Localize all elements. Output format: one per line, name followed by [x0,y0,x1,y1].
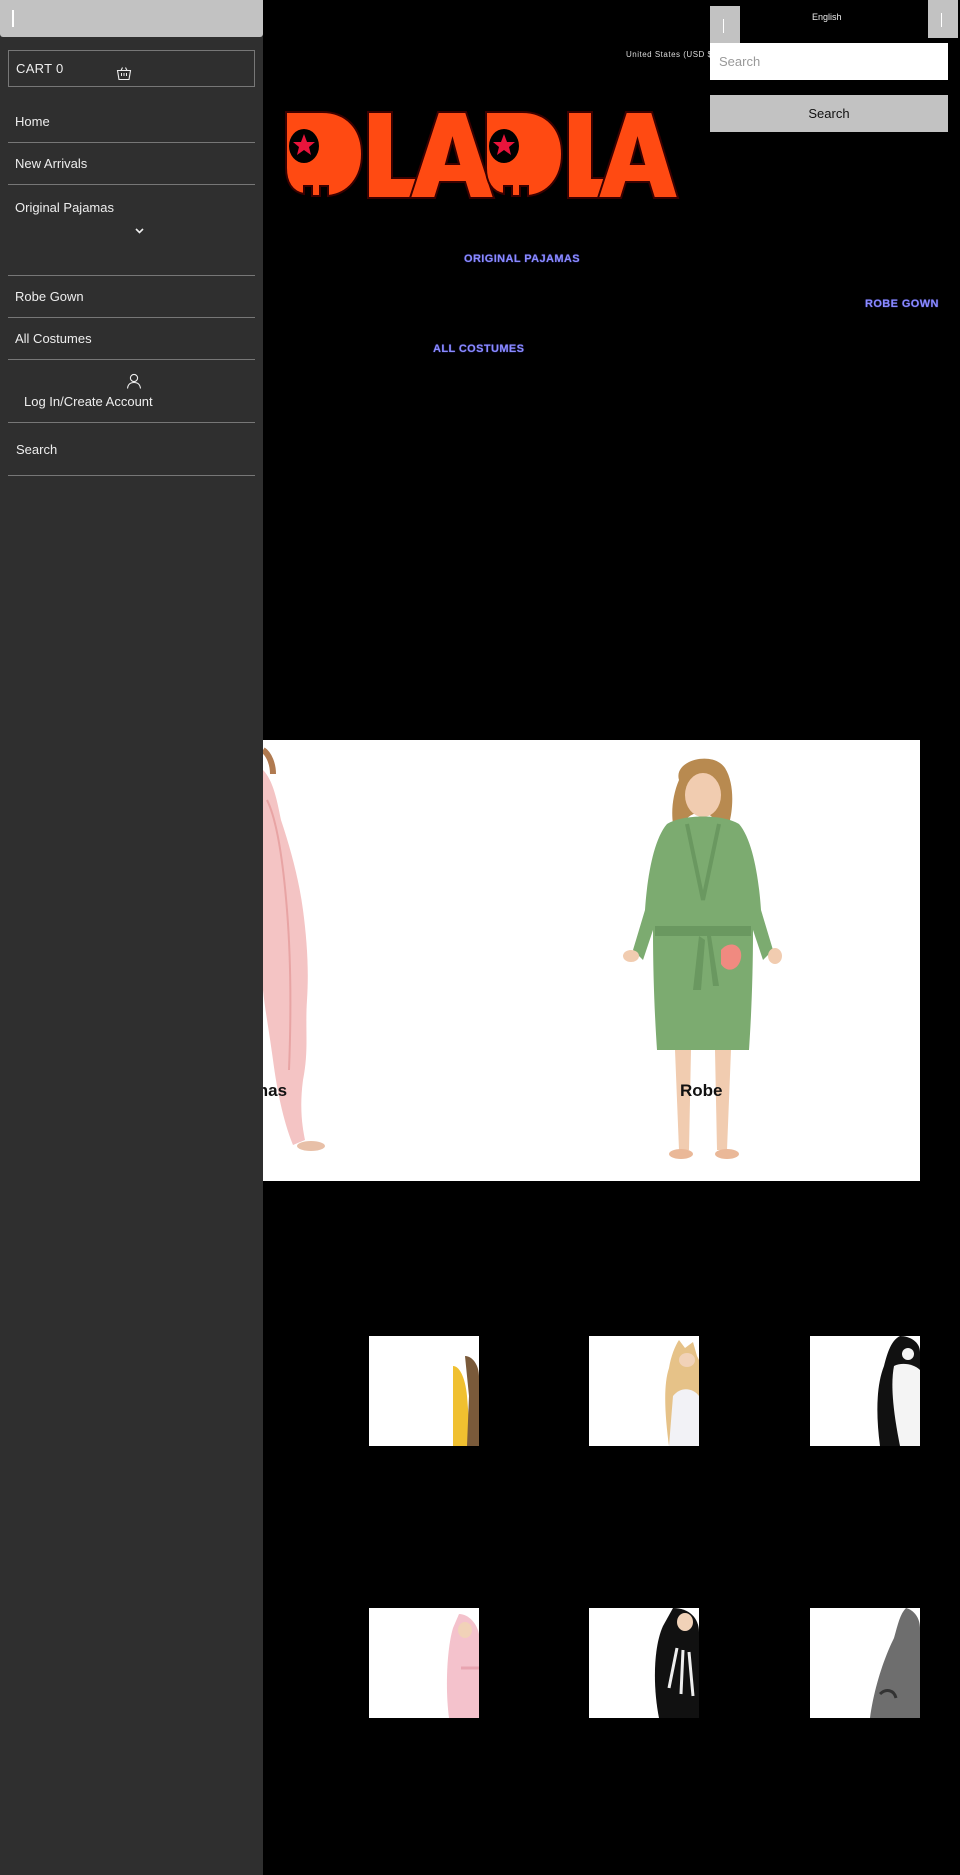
language-selector[interactable]: English [710,0,960,44]
main-nav-all-costumes[interactable]: ALL COSTUMES [433,343,524,355]
sidebar-item-label: Home [15,114,50,129]
logo-letter-a-2 [596,111,680,199]
logo-letter-l-1 [367,111,421,199]
sidebar-item-label: Original Pajamas [15,200,114,215]
chevron-down-icon[interactable] [135,228,144,234]
drawer-header-bar [0,0,263,37]
navigation-drawer: CART 0 Home New Arrivals Original Pajama… [0,0,263,1875]
product-image-pink-robe [446,1614,479,1718]
sidebar-search-link[interactable]: Search [8,423,255,476]
language-label: English [812,12,842,22]
cart-label: CART 0 [16,61,64,76]
sidebar-search-label: Search [16,441,58,457]
product-thumbnail-3[interactable] [810,1336,920,1446]
close-drawer-icon[interactable] [12,10,14,27]
hero-pajamas-label: mas [263,1081,288,1100]
sidebar-item-home[interactable]: Home [8,101,255,143]
shopping-bag-icon [116,67,132,81]
cart-button[interactable]: CART 0 [8,50,255,87]
sidebar-item-all-costumes[interactable]: All Costumes [8,318,255,360]
product-thumbnail-4[interactable] [369,1608,479,1718]
sidebar-item-label: New Arrivals [15,156,88,171]
product-image-giraffe-costume [665,1340,699,1446]
product-thumbnail-2[interactable] [589,1336,699,1446]
search-input[interactable] [710,43,948,80]
sidebar-item-label: Robe Gown [15,289,84,304]
login-label: Log In/Create Account [24,394,153,409]
product-image-yellow-costume [453,1356,479,1446]
sidebar-item-robe-gown[interactable]: Robe Gown [8,276,255,318]
main-nav-robe-gown[interactable]: ROBE GOWN [865,298,939,310]
hero-robe-label: Robe [680,1081,723,1100]
product-thumbnail-5[interactable] [589,1608,699,1718]
sidebar-item-new-arrivals[interactable]: New Arrivals [8,143,255,185]
country-selector[interactable]: United States (USD $) [626,50,716,59]
robe-model-image [623,758,782,1159]
product-image-skeleton-costume [654,1608,699,1718]
product-thumbnail-6[interactable] [810,1608,920,1718]
brand-logo[interactable] [282,106,680,202]
language-prev-button[interactable] [710,6,740,44]
sidebar-item-original-pajamas[interactable]: Original Pajamas [8,185,255,276]
main-nav-original-pajamas[interactable]: ORIGINAL PAJAMAS [464,253,580,265]
logo-letter-a-1 [408,111,496,199]
language-next-button[interactable] [928,0,958,38]
product-thumbnail-1[interactable] [369,1336,479,1446]
product-image-panda-costume [877,1336,920,1446]
pajamas-model-image [263,747,325,1151]
hero-collection-banner[interactable]: mas Robe [263,740,920,1181]
sidebar-item-label: All Costumes [15,331,92,346]
product-image-grey-costume [870,1608,920,1718]
search-button[interactable]: Search [710,95,948,132]
login-create-account-link[interactable]: Log In/Create Account [8,361,255,423]
logo-skull-d-1 [285,111,364,198]
logo-skull-d-2 [485,111,564,198]
user-icon [126,373,142,389]
